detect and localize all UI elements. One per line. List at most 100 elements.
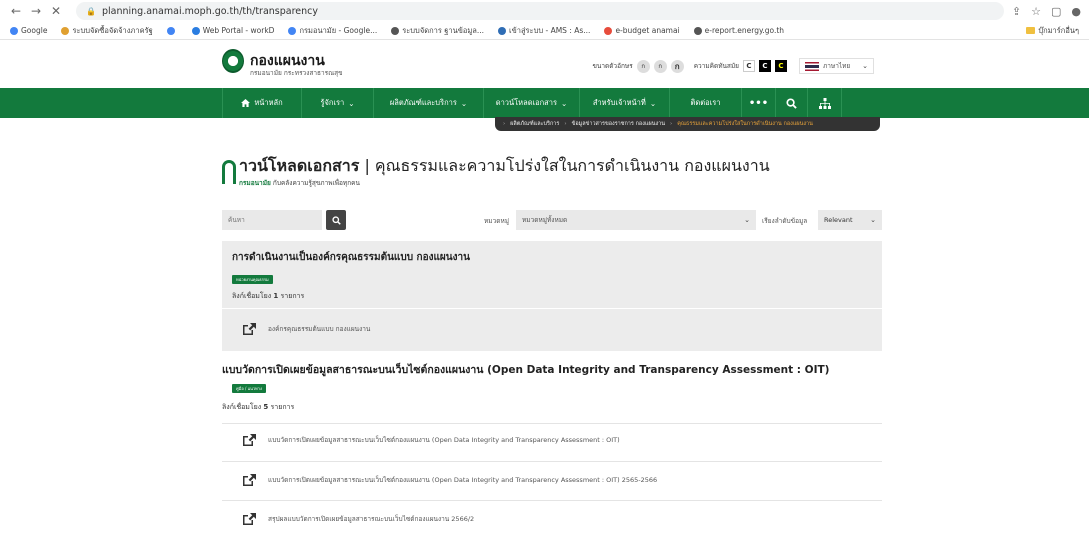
other-bookmarks[interactable]: บุ๊กมาร์กอื่นๆ bbox=[1026, 25, 1079, 37]
sitemap-button[interactable] bbox=[808, 88, 842, 118]
google-icon bbox=[288, 26, 297, 35]
nav-products-services[interactable]: ผลิตภัณฑ์และบริการ ⌄ bbox=[374, 88, 484, 118]
divider bbox=[222, 500, 882, 501]
bookmark-item[interactable]: e-report.energy.go.th bbox=[693, 26, 784, 35]
page-title: าวน์โหลดเอกสาร | คุณธรรมและความโปร่งใสใน… bbox=[239, 156, 770, 175]
document-link[interactable]: แบบวัดการเปิดเผยข้อมูลสาธารณะบนเว็บไซต์ก… bbox=[243, 434, 620, 446]
external-link-icon bbox=[243, 513, 256, 525]
category-select[interactable]: หมวดหมู่ทั้งหมด ⌄ bbox=[516, 210, 756, 230]
window-icon[interactable]: ▢ bbox=[1051, 5, 1061, 18]
language-select[interactable]: ภาษาไทย ⌄ bbox=[799, 58, 874, 74]
lock-icon: 🔒 bbox=[86, 6, 96, 16]
bookmark-item[interactable]: กรมอนามัย - Google... bbox=[288, 25, 377, 37]
chevron-down-icon: ⌄ bbox=[649, 98, 657, 108]
chevron-down-icon: ⌄ bbox=[862, 62, 868, 70]
chevron-down-icon: ⌄ bbox=[460, 98, 468, 108]
search-toggle-button[interactable] bbox=[776, 88, 808, 118]
group-title[interactable]: การดำเนินงานเป็นองค์กรคุณธรรมต้นแบบ กองแ… bbox=[232, 250, 470, 265]
breadcrumb-separator: › bbox=[564, 121, 567, 127]
department-logo-icon[interactable] bbox=[222, 49, 244, 73]
url-text: planning.anamai.moph.go.th/th/transparen… bbox=[101, 5, 319, 17]
site-subtitle: กรมอนามัย กระทรวงสาธารณสุข bbox=[250, 69, 343, 77]
divider bbox=[222, 308, 882, 309]
breadcrumb-separator: › bbox=[503, 121, 506, 127]
contrast-label: ความคิดทันสมัย bbox=[693, 62, 739, 70]
back-icon[interactable]: ← bbox=[8, 4, 24, 18]
divider bbox=[222, 423, 882, 424]
browser-toolbar: ← → ✕ 🔒 planning.anamai.moph.go.th/th/tr… bbox=[0, 0, 1089, 22]
breadcrumb-separator: › bbox=[669, 121, 673, 127]
sort-select[interactable]: Relevant ⌄ bbox=[818, 210, 882, 230]
chevron-down-icon: ⌄ bbox=[744, 216, 750, 224]
bookmark-item[interactable]: ระบบจัดการ ฐานข้อมูล... bbox=[391, 25, 484, 37]
sitemap-icon bbox=[818, 97, 831, 109]
search-input[interactable] bbox=[222, 210, 322, 230]
folder-icon bbox=[1026, 27, 1036, 34]
nav-about[interactable]: รู้จักเรา ⌄ bbox=[302, 88, 374, 118]
link-count: ลิงก์เชื่อมโยง 1 รายการ bbox=[232, 292, 305, 300]
breadcrumb: › ผลิตภัณฑ์และบริการ › ข้อมูลข่าวสารของร… bbox=[495, 117, 880, 131]
font-size-small-button[interactable]: ก bbox=[636, 59, 650, 73]
bookmark-item[interactable]: เข้าสู่ระบบ - AMS : As... bbox=[498, 25, 590, 37]
bookmark-item[interactable] bbox=[166, 26, 178, 35]
bookmarks-bar: Google ระบบจัดซื้อจัดจ้างภาครัฐ Web Port… bbox=[0, 22, 1089, 40]
category-tag[interactable]: คู่มือ / แนวทาง bbox=[232, 384, 266, 393]
group-title[interactable]: แบบวัดการเปิดเผยข้อมูลสาธารณะบนเว็บไซต์ก… bbox=[222, 361, 829, 378]
bookmark-item[interactable]: e-budget anamai bbox=[604, 26, 680, 35]
more-icon[interactable]: ••• bbox=[742, 88, 776, 118]
breadcrumb-item[interactable]: ข้อมูลข่าวสารของราชการ กองแผนงาน bbox=[572, 120, 665, 128]
page-subtitle: กรมอนามัย กับคลังความรู้สุขภาพเพื่อทุกคน bbox=[239, 179, 360, 187]
chevron-down-icon: ⌄ bbox=[561, 98, 568, 108]
globe-icon bbox=[391, 26, 400, 35]
nav-contact[interactable]: ติดต่อเรา bbox=[670, 88, 742, 118]
contrast-yellow-button[interactable]: C bbox=[775, 60, 787, 72]
address-bar[interactable]: 🔒 planning.anamai.moph.go.th/th/transpar… bbox=[76, 2, 1004, 20]
share-icon[interactable]: ⇪ bbox=[1012, 5, 1021, 18]
category-tag[interactable]: หน่วยงานคุณธรรม bbox=[232, 275, 273, 284]
breadcrumb-current: คุณธรรมและความโปร่งใสในการดำเนินงาน กองแ… bbox=[677, 121, 813, 127]
sort-label: เรียงลำดับข้อมูล bbox=[762, 217, 808, 225]
font-size-large-button[interactable]: ก bbox=[670, 59, 684, 73]
accessibility-controls: ขนาดตัวอักษร ก ก ก ความคิดทันสมัย C C C … bbox=[592, 58, 874, 74]
breadcrumb-item[interactable]: ผลิตภัณฑ์และบริการ bbox=[510, 120, 559, 128]
globe-icon bbox=[693, 26, 702, 35]
bookmark-icon bbox=[191, 26, 200, 35]
title-initial-glyph bbox=[222, 160, 236, 184]
document-link[interactable]: องค์กรคุณธรรมต้นแบบ กองแผนงาน bbox=[243, 323, 370, 335]
external-link-icon bbox=[243, 434, 256, 446]
star-icon[interactable]: ☆ bbox=[1031, 5, 1041, 18]
document-link[interactable]: แบบวัดการเปิดเผยข้อมูลสาธารณะบนเว็บไซต์ก… bbox=[243, 474, 657, 486]
nav-downloads[interactable]: ดาวน์โหลดเอกสาร ⌄ bbox=[484, 88, 580, 118]
filter-bar: หมวดหมู่ หมวดหมู่ทั้งหมด⌄ เรียงลำดับข้อม… bbox=[222, 210, 882, 232]
page-heading: าวน์โหลดเอกสาร | คุณธรรมและความโปร่งใสใน… bbox=[222, 154, 882, 190]
chevron-down-icon: ⌄ bbox=[870, 216, 876, 224]
search-icon bbox=[786, 97, 797, 109]
bookmark-item[interactable]: Google bbox=[10, 26, 47, 35]
document-link[interactable]: สรุปผลแบบวัดการเปิดเผยข้อมูลสาธารณะบนเว็… bbox=[243, 513, 474, 525]
profile-icon[interactable]: ● bbox=[1071, 5, 1081, 18]
bookmark-icon bbox=[498, 26, 507, 35]
font-size-label: ขนาดตัวอักษร bbox=[592, 62, 633, 70]
bookmark-item[interactable]: ระบบจัดซื้อจัดจ้างภาครัฐ bbox=[61, 25, 153, 37]
thai-flag-icon bbox=[805, 61, 819, 71]
chevron-down-icon: ⌄ bbox=[348, 98, 355, 108]
forward-icon[interactable]: → bbox=[28, 4, 44, 18]
google-icon bbox=[10, 26, 18, 35]
nav-staff[interactable]: สำหรับเจ้าหน้าที่ ⌄ bbox=[580, 88, 670, 118]
external-link-icon bbox=[243, 323, 256, 335]
font-size-medium-button[interactable]: ก bbox=[653, 59, 667, 73]
bookmark-item[interactable]: Web Portal - workD bbox=[191, 26, 274, 35]
category-label: หมวดหมู่ bbox=[484, 217, 510, 225]
main-navigation: หน้าหลัก รู้จักเรา ⌄ ผลิตภัณฑ์และบริการ ⌄ … bbox=[0, 88, 1089, 118]
search-button[interactable] bbox=[326, 210, 346, 230]
contrast-normal-button[interactable]: C bbox=[743, 60, 755, 72]
contrast-dark-button[interactable]: C bbox=[759, 60, 771, 72]
site-header: กองแผนงาน กรมอนามัย กระทรวงสาธารณสุข ขนา… bbox=[0, 40, 1089, 88]
close-icon[interactable]: ✕ bbox=[48, 4, 64, 18]
bookmark-icon bbox=[604, 26, 613, 35]
home-icon bbox=[241, 99, 251, 107]
google-icon bbox=[166, 26, 175, 35]
divider bbox=[222, 461, 882, 462]
external-link-icon bbox=[243, 474, 256, 486]
nav-home[interactable]: หน้าหลัก bbox=[222, 88, 302, 118]
